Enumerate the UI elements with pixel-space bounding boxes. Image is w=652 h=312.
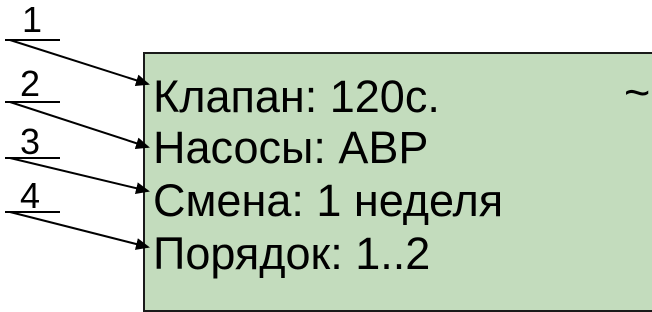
callout-leader-1 bbox=[9, 39, 150, 87]
callout-leader-4 bbox=[9, 211, 150, 250]
callout-leader-3 bbox=[9, 157, 150, 195]
callout-leaders bbox=[5, 39, 150, 250]
callout-leader-2 bbox=[9, 101, 150, 149]
